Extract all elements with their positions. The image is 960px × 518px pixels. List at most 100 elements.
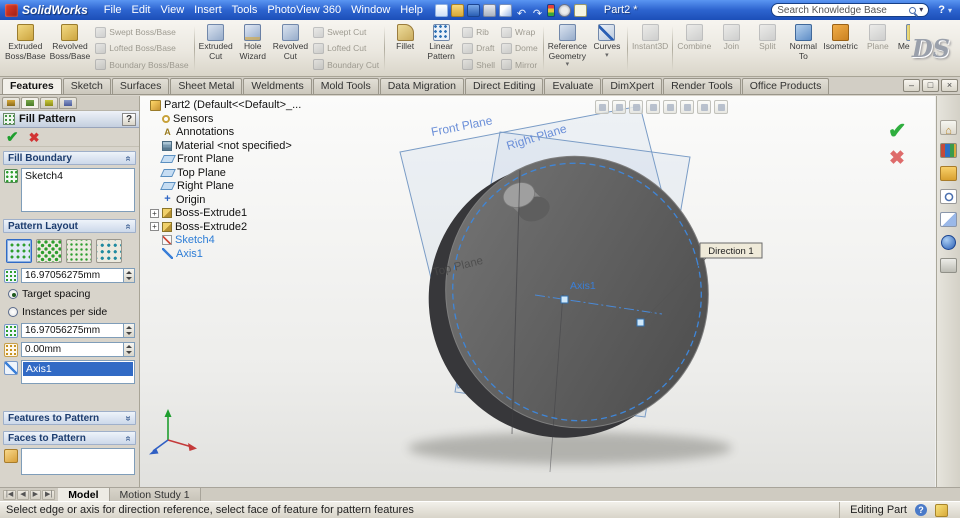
ok-button[interactable]: ✔ — [6, 130, 19, 145]
quick-tips-icon[interactable]: ? — [915, 504, 927, 516]
hole-wizard-button[interactable]: Hole Wizard — [235, 22, 271, 75]
rib-button[interactable]: Rib — [462, 25, 495, 40]
revolved-cut-button[interactable]: Revolved Cut — [271, 22, 310, 75]
tree-item-axis1[interactable]: Axis1 — [150, 247, 301, 261]
menu-insert[interactable]: Insert — [189, 2, 227, 18]
search-icon[interactable] — [909, 6, 917, 14]
edit-appearance-icon[interactable] — [714, 100, 728, 114]
search-input[interactable]: Search Knowledge Base — [777, 5, 909, 16]
radio-icon[interactable] — [8, 289, 18, 299]
save-icon[interactable] — [466, 3, 480, 17]
design-library-icon[interactable] — [940, 143, 957, 158]
tab-direct-editing[interactable]: Direct Editing — [464, 78, 544, 94]
tab-weldments[interactable]: Weldments — [243, 78, 312, 94]
graphics-area[interactable]: Direction 1 Front Plane Right Plane Top … — [140, 96, 960, 487]
spinner[interactable] — [123, 343, 134, 356]
close-button[interactable]: × — [941, 79, 958, 92]
section-view-icon[interactable] — [646, 100, 660, 114]
revolved-boss-base-button[interactable]: Revolved Boss/Base — [48, 22, 93, 75]
tab-features[interactable]: Features — [2, 78, 62, 94]
draft-button[interactable]: Draft — [462, 41, 495, 56]
isometric-button[interactable]: Isometric — [821, 22, 859, 75]
options-icon[interactable] — [557, 3, 571, 17]
instance-spacing-input[interactable]: 16.97056275mm — [21, 323, 135, 338]
lofted-boss-base-button[interactable]: Lofted Boss/Base — [95, 41, 188, 56]
feature-manager-tab[interactable] — [2, 97, 20, 109]
redo-icon[interactable] — [531, 4, 544, 17]
minimize-button[interactable]: – — [903, 79, 920, 92]
faces-to-pattern-listbox[interactable] — [21, 448, 135, 475]
undo-icon[interactable] — [515, 4, 528, 17]
confirm-cancel-button[interactable]: ✖ — [889, 148, 905, 169]
cancel-button[interactable]: ✖ — [29, 131, 40, 144]
help-topics-icon[interactable] — [573, 3, 587, 17]
appearances-icon[interactable] — [941, 235, 956, 250]
join-button[interactable]: Join — [713, 22, 749, 75]
features-to-pattern-header[interactable]: Features to Pattern « — [3, 411, 136, 425]
open-icon[interactable] — [450, 3, 464, 17]
pattern-layout-header[interactable]: Pattern Layout « — [3, 219, 136, 233]
motion-study-1-tab[interactable]: Motion Study 1 — [109, 488, 201, 501]
normal-to-button[interactable]: Normal To — [785, 22, 821, 75]
display-style-icon[interactable] — [680, 100, 694, 114]
help-icon[interactable]: ? — [938, 4, 945, 16]
new-document-icon[interactable] — [434, 3, 448, 17]
solidworks-resources-icon[interactable] — [940, 120, 957, 135]
reference-geometry-button[interactable]: Reference Geometry ▾ — [546, 22, 589, 75]
tab-render-tools[interactable]: Render Tools — [663, 78, 741, 94]
menu-view[interactable]: View — [156, 2, 190, 18]
custom-properties-icon[interactable] — [940, 258, 957, 273]
search-box[interactable]: Search Knowledge Base ▾ — [771, 3, 930, 17]
panel-help-button[interactable]: ? — [122, 112, 136, 126]
menu-help[interactable]: Help — [395, 2, 428, 18]
configuration-manager-tab[interactable] — [40, 97, 58, 109]
fill-boundary-selection[interactable]: Sketch4 — [22, 169, 134, 183]
lofted-cut-button[interactable]: Lofted Cut — [313, 41, 379, 56]
tree-item-material-not-specified[interactable]: Material <not specified> — [150, 139, 301, 153]
tab-sheet-metal[interactable]: Sheet Metal — [170, 78, 243, 94]
model-tab[interactable]: Model — [58, 488, 110, 501]
tab-evaluate[interactable]: Evaluate — [544, 78, 602, 94]
tree-item-boss-extrude2[interactable]: + Boss-Extrude2 — [150, 220, 301, 234]
tree-item-sketch4[interactable]: Sketch4 — [150, 234, 301, 248]
combine-button[interactable]: Combine — [675, 22, 713, 75]
linear-pattern-button[interactable]: Linear Pattern — [423, 22, 459, 75]
fill-boundary-listbox[interactable]: Sketch4 — [21, 168, 135, 212]
tree-item-top-plane[interactable]: Top Plane — [150, 166, 301, 180]
tree-item-part2[interactable]: Part2 (Default<<Default>_... — [150, 98, 301, 112]
tab-mold-tools[interactable]: Mold Tools — [312, 78, 379, 94]
help-dropdown-icon[interactable]: ▾ — [948, 6, 952, 15]
shell-button[interactable]: Shell — [462, 57, 495, 72]
view-palette-icon[interactable] — [940, 212, 957, 227]
boundary-boss-base-button[interactable]: Boundary Boss/Base — [95, 57, 189, 72]
tab-dimxpert[interactable]: DimXpert — [602, 78, 663, 94]
confirm-ok-button[interactable]: ✔ — [888, 118, 906, 143]
nav-last-button[interactable]: ▶| — [41, 489, 56, 500]
search-icon[interactable] — [940, 189, 957, 204]
selection-handle[interactable] — [560, 295, 569, 304]
polygon-pattern-button[interactable] — [96, 239, 122, 263]
menu-tools[interactable]: Tools — [227, 2, 263, 18]
zoom-to-area-icon[interactable] — [612, 100, 626, 114]
direction1-callout[interactable]: Direction 1 — [699, 242, 763, 259]
menu-file[interactable]: File — [99, 2, 127, 18]
tab-sketch[interactable]: Sketch — [62, 78, 111, 94]
tree-item-right-plane[interactable]: Right Plane — [150, 180, 301, 194]
nav-first-button[interactable]: |◀ — [3, 489, 17, 500]
tab-surfaces[interactable]: Surfaces — [111, 78, 170, 94]
expand-chevron-icon[interactable]: « — [123, 415, 134, 421]
menu-window[interactable]: Window — [346, 2, 395, 18]
margin-input[interactable]: 0.00mm — [21, 342, 135, 357]
extruded-cut-button[interactable]: Extruded Cut — [197, 22, 235, 75]
collapse-chevron-icon[interactable]: « — [123, 155, 134, 161]
search-dropdown-icon[interactable]: ▾ — [919, 6, 923, 14]
hide-show-items-icon[interactable] — [697, 100, 711, 114]
file-explorer-icon[interactable] — [940, 166, 957, 181]
boundary-cut-button[interactable]: Boundary Cut — [313, 57, 379, 72]
menu-photoview-360[interactable]: PhotoView 360 — [262, 2, 346, 18]
rebuild-icon[interactable] — [546, 3, 555, 17]
menu-edit[interactable]: Edit — [127, 2, 156, 18]
instant3d-button[interactable]: Instant3D — [630, 22, 670, 75]
view-orientation-icon[interactable] — [663, 100, 677, 114]
zoom-fit-icon[interactable] — [595, 100, 609, 114]
